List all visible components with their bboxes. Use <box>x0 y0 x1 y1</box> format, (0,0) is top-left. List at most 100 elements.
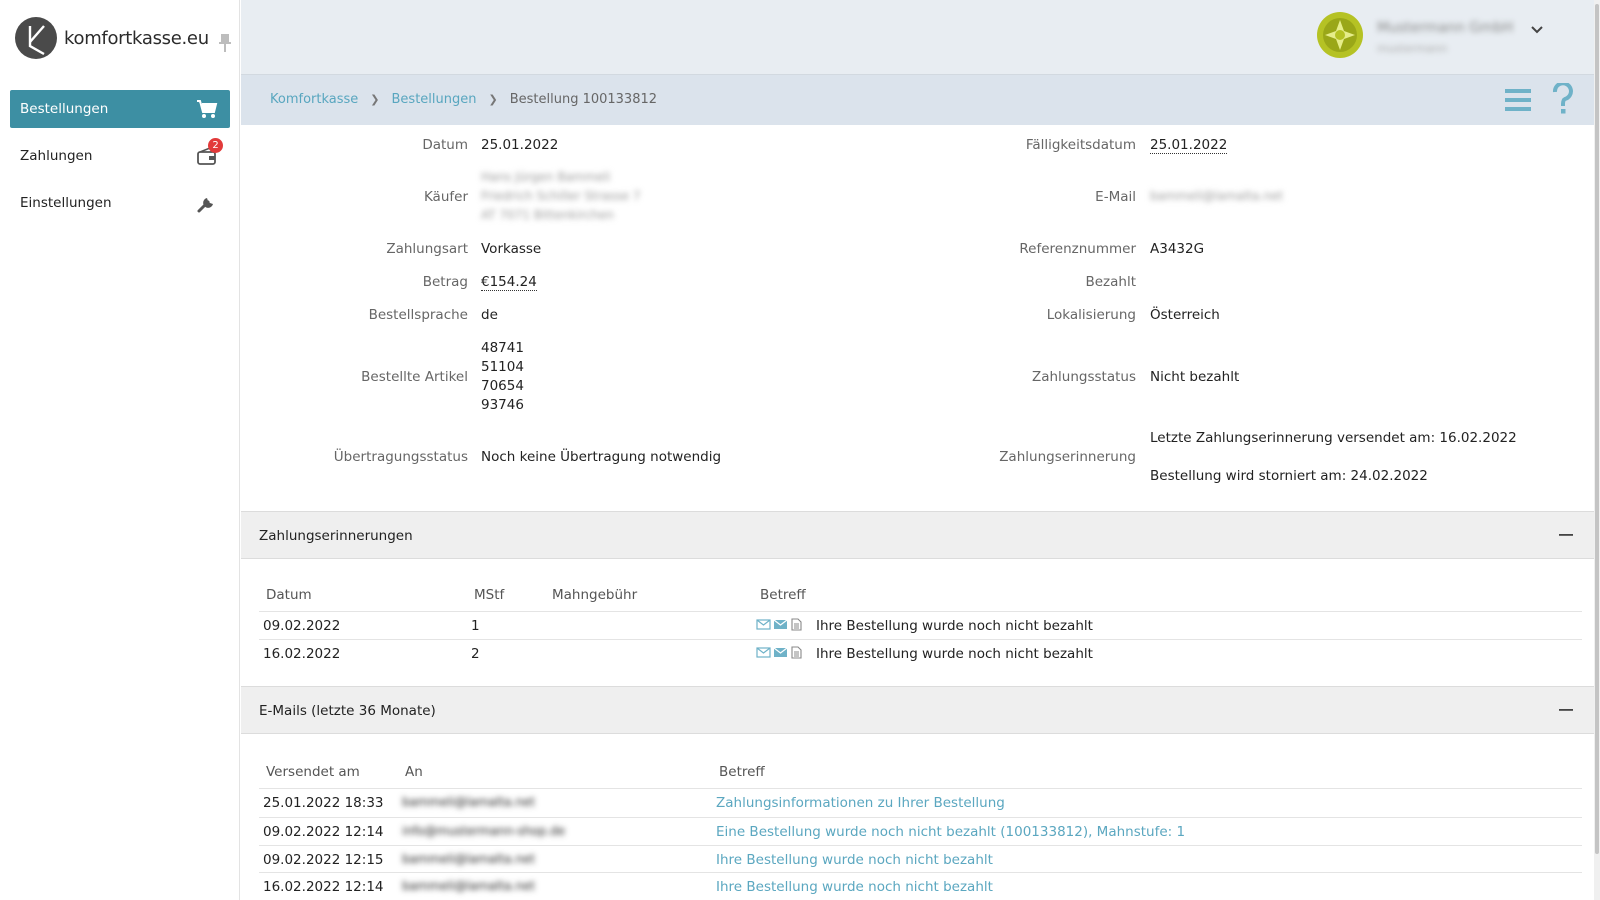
column-header[interactable]: Betreff <box>760 587 806 603</box>
reminder-subject: Ihre Bestellung wurde noch nicht bezahlt <box>816 618 1093 634</box>
value-email: bammeli@lamalta.net <box>1150 189 1284 203</box>
reminder-last-sent: Letzte Zahlungserinnerung versendet am: … <box>1150 430 1517 446</box>
reminder-subject: Ihre Bestellung wurde noch nicht bezahlt <box>816 646 1093 662</box>
company-name: Mustermann GmbH <box>1377 20 1514 36</box>
document-icon[interactable] <box>790 618 802 631</box>
email-subject-link[interactable]: Zahlungsinformationen zu Ihrer Bestellun… <box>716 795 1005 811</box>
reminder-cancel-date: Bestellung wird storniert am: 24.02.2022 <box>1150 468 1428 484</box>
column-header[interactable]: Mahngebühr <box>552 587 637 603</box>
value-faelligkeitsdatum[interactable]: 25.01.2022 <box>1150 137 1228 154</box>
label-kaeufer: Käufer <box>423 189 468 205</box>
table-row[interactable]: 09.02.2022 1 Ihre Bestellung wurde noch … <box>259 611 1582 639</box>
label-zahlungsart: Zahlungsart <box>386 241 468 257</box>
value-uebertragungsstatus: Noch keine Übertragung notwendig <box>481 449 722 465</box>
sidebar-item-einstellungen[interactable]: Einstellungen <box>10 184 230 222</box>
email-subject-link[interactable]: Eine Bestellung wurde noch nicht bezahlt… <box>716 824 1185 840</box>
scrollbar-thumb[interactable] <box>1595 4 1599 854</box>
reminders-section-header[interactable]: Zahlungserinnerungen <box>241 511 1594 559</box>
table-row[interactable]: 16.02.2022 12:14 bammeli@lamalta.net Ihr… <box>259 872 1582 900</box>
value-betrag[interactable]: €154.24 <box>481 274 537 291</box>
emails-section-header[interactable]: E-Mails (letzte 36 Monate) <box>241 686 1594 734</box>
article-item: 70654 <box>481 378 524 394</box>
label-bestellte-artikel: Bestellte Artikel <box>361 369 468 385</box>
article-item: 48741 <box>481 340 524 356</box>
breadcrumb-link-komfortkasse[interactable]: Komfortkasse <box>270 92 358 107</box>
buyer-city: AT 7071 Bittenkirchen <box>481 208 614 222</box>
company-subtitle: mustermann <box>1377 42 1448 55</box>
document-icon[interactable] <box>790 646 802 659</box>
wrench-icon <box>197 198 213 213</box>
collapse-icon[interactable] <box>1558 702 1574 718</box>
notification-badge: 2 <box>208 138 223 153</box>
cart-icon <box>197 100 218 118</box>
sidebar-item-zahlungen[interactable]: Zahlungen 2 <box>10 137 230 175</box>
company-info[interactable]: Mustermann GmbH mustermann <box>1377 20 1522 55</box>
chevron-right-icon: ❯ <box>370 93 380 106</box>
column-header[interactable]: Versendet am <box>266 764 360 780</box>
article-item: 51104 <box>481 359 524 375</box>
buyer-street: Friedrich Schiller Strasse 7 <box>481 189 641 203</box>
label-zahlungserinnerung: Zahlungserinnerung <box>999 449 1136 465</box>
collapse-icon[interactable] <box>1558 527 1574 543</box>
label-zahlungsstatus: Zahlungsstatus <box>1031 369 1136 385</box>
breadcrumb-link-bestellungen[interactable]: Bestellungen <box>392 92 477 107</box>
table-row[interactable]: 25.01.2022 18:33 bammeli@lamalta.net Zah… <box>259 788 1582 816</box>
logo[interactable]: komfortkasse.eu <box>14 16 209 60</box>
email-subject-link[interactable]: Ihre Bestellung wurde noch nicht bezahlt <box>716 852 993 868</box>
company-avatar[interactable] <box>1317 12 1363 58</box>
reminder-actions <box>756 646 802 659</box>
reminder-level: 1 <box>471 618 480 634</box>
email-subject-link[interactable]: Ihre Bestellung wurde noch nicht bezahlt <box>716 879 993 895</box>
reminder-actions <box>756 618 802 631</box>
buyer-name: Hans Jürgen Bammeli <box>481 170 611 184</box>
value-datum: 25.01.2022 <box>481 137 559 153</box>
label-bestellsprache: Bestellsprache <box>368 307 468 323</box>
table-row[interactable]: 09.02.2022 12:15 bammeli@lamalta.net Ihr… <box>259 845 1582 873</box>
top-bar: Mustermann GmbH mustermann <box>241 0 1600 75</box>
sidebar: komfortkasse.eu Bestellungen Zahlungen 2… <box>0 0 240 900</box>
table-row[interactable]: 16.02.2022 2 Ihre Bestellung wurde noch … <box>259 639 1582 667</box>
help-icon[interactable] <box>1551 83 1575 115</box>
label-faelligkeitsdatum: Fälligkeitsdatum <box>1025 137 1136 153</box>
breadcrumb-bar: Komfortkasse ❯ Bestellungen ❯ Bestellung… <box>241 75 1600 125</box>
table-row[interactable]: 09.02.2022 12:14 info@mustermann-shop.de… <box>259 817 1582 845</box>
label-betrag: Betrag <box>422 274 468 290</box>
mail-outline-icon[interactable] <box>756 646 771 659</box>
column-header[interactable]: Datum <box>266 587 312 603</box>
sidebar-item-label: Einstellungen <box>20 195 112 211</box>
sidebar-item-label: Bestellungen <box>20 101 109 117</box>
emails-section-title: E-Mails (letzte 36 Monate) <box>259 703 436 719</box>
value-lokalisierung: Österreich <box>1150 307 1220 323</box>
email-sent-at: 25.01.2022 18:33 <box>263 795 384 811</box>
article-item: 93746 <box>481 397 524 413</box>
mail-filled-icon[interactable] <box>773 618 788 631</box>
reminder-date: 09.02.2022 <box>263 618 341 634</box>
breadcrumb: Komfortkasse ❯ Bestellungen ❯ Bestellung… <box>270 92 657 107</box>
sidebar-item-bestellungen[interactable]: Bestellungen <box>10 90 230 128</box>
column-header[interactable]: Betreff <box>719 764 765 780</box>
sidebar-item-label: Zahlungen <box>20 148 93 164</box>
sidebar-nav: Bestellungen Zahlungen 2 Einstellungen <box>10 90 230 231</box>
column-header[interactable]: An <box>405 764 423 780</box>
label-bezahlt: Bezahlt <box>1085 274 1136 290</box>
email-recipient: info@mustermann-shop.de <box>402 824 566 838</box>
chevron-down-icon[interactable] <box>1530 23 1544 37</box>
reminder-date: 16.02.2022 <box>263 646 341 662</box>
chevron-right-icon: ❯ <box>488 93 498 106</box>
value-zahlungsart: Vorkasse <box>481 241 542 257</box>
value-zahlungsstatus: Nicht bezahlt <box>1150 369 1240 385</box>
mail-filled-icon[interactable] <box>773 646 788 659</box>
email-recipient: bammeli@lamalta.net <box>402 879 536 893</box>
label-datum: Datum <box>422 137 468 153</box>
menu-icon[interactable] <box>1503 87 1533 113</box>
label-referenznummer: Referenznummer <box>1019 241 1136 257</box>
komfortkasse-logo-icon <box>15 17 57 59</box>
email-sent-at: 09.02.2022 12:14 <box>263 824 384 840</box>
mail-outline-icon[interactable] <box>756 618 771 631</box>
column-header[interactable]: MStf <box>474 587 504 603</box>
reminders-section-title: Zahlungserinnerungen <box>259 528 413 544</box>
pin-icon[interactable] <box>216 33 234 53</box>
wallet-icon: 2 <box>196 138 223 167</box>
breadcrumb-current: Bestellung 100133812 <box>509 92 658 107</box>
reminder-level: 2 <box>471 646 480 662</box>
